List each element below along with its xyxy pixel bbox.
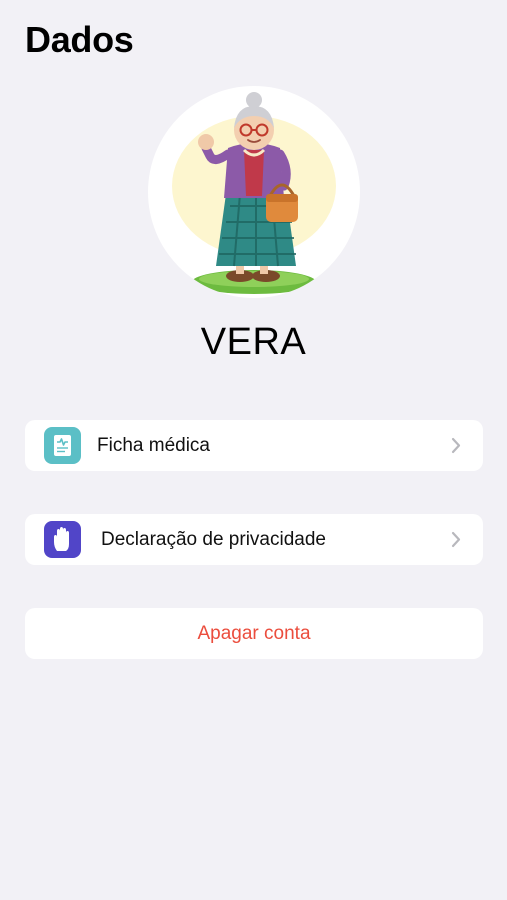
medical-record-row[interactable]: Ficha médica (25, 420, 483, 471)
avatar (148, 86, 360, 298)
medical-record-icon (44, 427, 81, 464)
grandma-avatar-illustration (172, 92, 336, 294)
delete-account-button[interactable]: Apagar conta (25, 608, 483, 659)
raised-hand-icon (44, 521, 81, 558)
privacy-statement-label: Declaração de privacidade (101, 529, 326, 550)
chevron-right-icon (451, 531, 461, 548)
profile-name: VERA (200, 321, 307, 363)
delete-account-label: Apagar conta (197, 623, 311, 644)
chevron-right-icon (451, 437, 461, 454)
page-title: Dados (25, 19, 134, 60)
medical-record-label: Ficha médica (97, 435, 210, 456)
privacy-statement-row[interactable]: Declaração de privacidade (25, 514, 483, 565)
